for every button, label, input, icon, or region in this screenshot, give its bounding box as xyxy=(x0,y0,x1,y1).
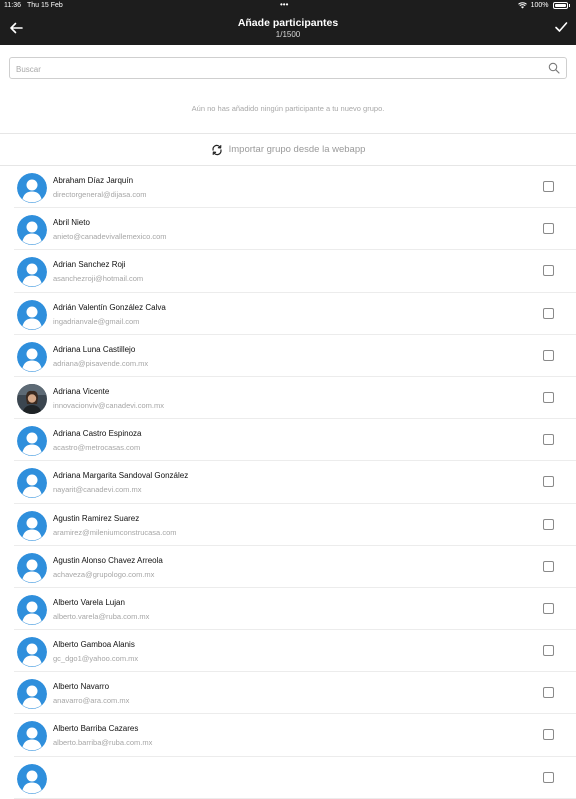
contact-name: Adriana Luna Castillejo xyxy=(53,344,136,354)
contact-row[interactable]: Adriana Luna Castillejo adriana@pisavende… xyxy=(0,335,576,377)
select-checkbox[interactable] xyxy=(543,518,554,530)
contact-email: asanchezroji@hotmail.com xyxy=(53,274,144,284)
select-checkbox[interactable] xyxy=(543,265,554,277)
contact-email: anieto@canadevivallemexico.com xyxy=(53,232,167,242)
contact-row[interactable]: Adrián Valentín González Calva ingadrianv… xyxy=(0,293,576,335)
contact-row[interactable]: Alberto Varela Lujan alberto.varela@ruba.… xyxy=(0,588,576,631)
contact-row[interactable]: Alberto Barriba Cazares alberto.barriba@r… xyxy=(0,714,576,757)
avatar xyxy=(17,594,47,625)
contact-name: Alberto Varela Lujan xyxy=(53,597,125,607)
select-checkbox[interactable] xyxy=(543,434,554,446)
contact-name: Agustin Ramirez Suarez xyxy=(53,513,140,523)
avatar xyxy=(17,510,47,541)
select-checkbox[interactable] xyxy=(543,307,554,319)
avatar xyxy=(17,341,47,372)
contact-row[interactable]: Agustin Ramirez Suarez aramirez@mileniumc… xyxy=(0,504,576,546)
battery-icon xyxy=(552,2,568,9)
search-input[interactable] xyxy=(14,61,538,77)
contact-row[interactable]: Adriana Margarita Sandoval González nayar… xyxy=(0,461,576,504)
avatar xyxy=(17,173,47,203)
select-checkbox[interactable] xyxy=(543,391,554,403)
top-bar: 11:36 Thu 15 Feb ••• 100% Añade particip… xyxy=(0,0,576,45)
search-bar xyxy=(9,57,567,79)
contact-email: anavarro@ara.com.mx xyxy=(53,696,130,706)
contact-row[interactable]: Abraham Díaz Jarquín directorgeneral@dija… xyxy=(0,166,576,209)
contact-name: Abraham Díaz Jarquín xyxy=(53,176,134,185)
contact-email: acastro@metrocasas.com xyxy=(53,443,141,453)
battery-tip xyxy=(568,4,570,7)
contact-name: Alberto Navarro xyxy=(53,682,110,692)
select-checkbox[interactable] xyxy=(543,602,554,614)
empty-state-message: Aún no has añadido ningún participante a… xyxy=(191,104,385,113)
page-title: Añade participantes xyxy=(237,17,339,29)
contact-email: nayarit@canadevi.com.mx xyxy=(53,485,142,495)
avatar xyxy=(17,257,47,288)
contact-email: achaveza@grupologo.com.mx xyxy=(53,569,155,579)
status-time: 11:36 xyxy=(4,2,21,9)
contact-name: Adrián Valentín González Calva xyxy=(53,302,166,312)
select-checkbox[interactable] xyxy=(543,645,554,657)
contact-name: Adriana Margarita Sandoval González xyxy=(53,471,189,481)
contact-row[interactable]: Alberto Gamboa Alanis gc_dgo1@yahoo.com.m… xyxy=(0,630,576,673)
sync-icon xyxy=(211,144,222,155)
select-checkbox[interactable] xyxy=(543,349,554,361)
select-checkbox[interactable] xyxy=(543,476,554,488)
contact-row[interactable]: Adrian Sanchez Roji asanchezroji@hotmail.… xyxy=(0,250,576,293)
contact-email: innovacionviv@canadevi.com.mx xyxy=(53,400,164,410)
avatar xyxy=(17,383,47,414)
status-date: Thu 15 Feb xyxy=(27,2,63,9)
contact-row[interactable]: Adriana Castro Espinoza acastro@metrocasa… xyxy=(0,419,576,462)
contact-name: Adrian Sanchez Roji xyxy=(53,260,126,270)
wifi-icon xyxy=(517,2,527,9)
avatar xyxy=(17,468,47,499)
avatar xyxy=(17,299,47,330)
search-icon[interactable] xyxy=(548,62,560,74)
check-icon[interactable] xyxy=(554,20,568,34)
contact-email: adriana@pisavende.com.mx xyxy=(53,358,149,368)
avatar xyxy=(17,215,47,246)
contact-name: Alberto Barriba Cazares xyxy=(53,724,139,734)
select-checkbox[interactable] xyxy=(543,181,554,192)
avatar xyxy=(17,763,47,794)
select-checkbox[interactable] xyxy=(543,771,554,783)
contact-row[interactable]: Abril Nieto anieto@canadevivallemexico.co… xyxy=(0,208,576,251)
contact-email: gc_dgo1@yahoo.com.mx xyxy=(53,654,139,664)
contact-row[interactable]: Adriana Vicente innovacionviv@canadevi.co… xyxy=(0,377,576,420)
avatar xyxy=(17,721,47,752)
select-checkbox[interactable] xyxy=(543,223,554,235)
participant-count: 1/1500 xyxy=(275,30,301,39)
select-checkbox[interactable] xyxy=(543,729,554,741)
battery-percent: 100% xyxy=(530,2,549,9)
select-checkbox[interactable] xyxy=(543,560,554,572)
avatar xyxy=(17,552,47,583)
contact-list: Abraham Díaz Jarquín directorgeneral@dija… xyxy=(0,166,576,799)
status-bar: 11:36 Thu 15 Feb ••• 100% xyxy=(0,0,576,12)
contact-name: Alberto Gamboa Alanis xyxy=(53,640,135,650)
avatar xyxy=(17,426,47,457)
contact-email: directorgeneral@dijasa.com xyxy=(53,190,147,199)
select-checkbox[interactable] xyxy=(543,687,554,699)
contact-name: Adriana Castro Espinoza xyxy=(53,429,142,439)
import-group-label: Importar grupo desde la webapp xyxy=(228,144,366,155)
contact-row[interactable] xyxy=(0,757,576,799)
status-right: 100% xyxy=(517,2,570,9)
contact-email: alberto.varela@ruba.com.mx xyxy=(53,611,150,621)
import-group-button[interactable]: Importar grupo desde la webapp xyxy=(0,133,576,166)
avatar xyxy=(17,679,47,710)
contact-email: aramirez@mileniumconstrucasa.com xyxy=(53,527,177,537)
contact-row[interactable]: Alberto Navarro anavarro@ara.com.mx xyxy=(0,672,576,715)
contact-email: ingadrianvale@gmail.com xyxy=(53,316,140,326)
contact-name: Abril Nieto xyxy=(53,218,90,228)
contact-email: alberto.barriba@ruba.com.mx xyxy=(53,738,153,748)
contact-name: Agustin Alonso Chavez Arreola xyxy=(53,555,163,565)
contact-name: Adriana Vicente xyxy=(53,386,110,396)
contact-row[interactable]: Agustin Alonso Chavez Arreola achaveza@gr… xyxy=(0,546,576,588)
avatar xyxy=(17,637,47,668)
multitasking-dots[interactable]: ••• xyxy=(280,0,288,9)
